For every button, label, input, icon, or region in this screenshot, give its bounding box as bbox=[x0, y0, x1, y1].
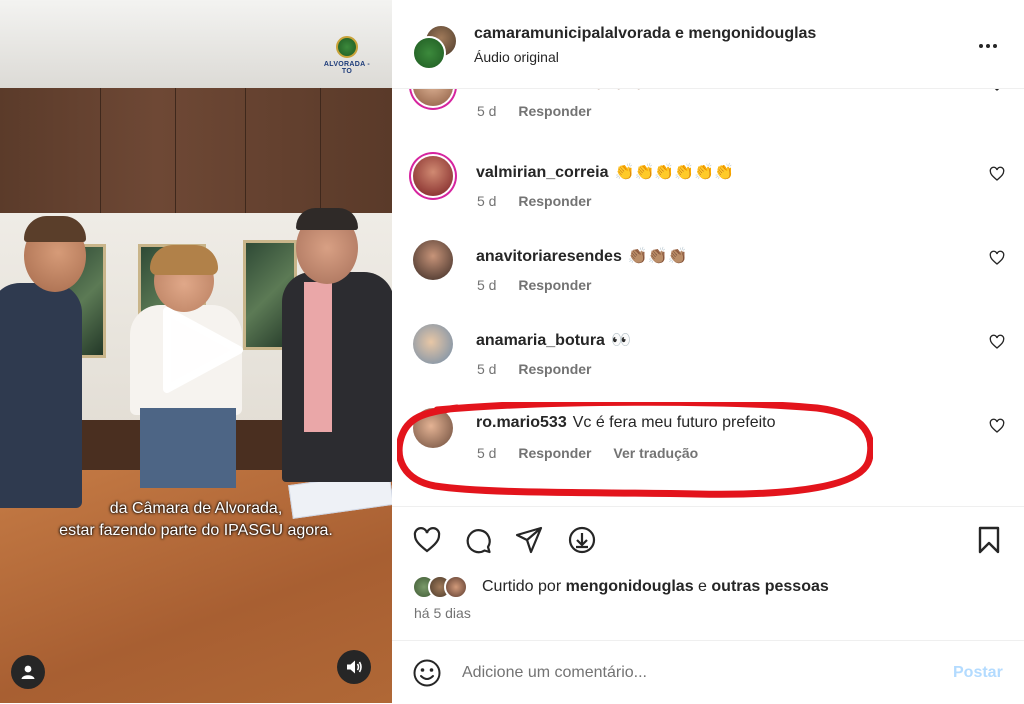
video-player[interactable]: ALVORADA - TO da Câmara de Alvorada, est… bbox=[0, 0, 392, 703]
comment-input[interactable] bbox=[462, 659, 932, 687]
heart-icon[interactable] bbox=[989, 250, 1005, 266]
comment-username[interactable]: anamaria_botura bbox=[476, 332, 605, 349]
video-cabinet bbox=[0, 88, 392, 213]
comment-age: 5 d bbox=[477, 103, 497, 119]
likes-others-link[interactable]: outras pessoas bbox=[711, 578, 828, 595]
reply-button[interactable]: Responder bbox=[518, 103, 591, 119]
comment-age: 5 d bbox=[477, 277, 497, 293]
volume-button[interactable] bbox=[337, 650, 371, 684]
highlight-circle bbox=[397, 402, 873, 498]
heart-icon[interactable] bbox=[989, 89, 1005, 92]
heart-icon[interactable] bbox=[989, 166, 1005, 182]
comment-age: 5 d bbox=[477, 361, 497, 377]
avatar[interactable] bbox=[413, 156, 453, 196]
header-avatars[interactable] bbox=[412, 24, 458, 70]
comment-composer: Postar bbox=[392, 640, 1024, 704]
comment-text: 👏🏽👏🏽👏🏽 bbox=[627, 248, 688, 265]
bookmark-icon[interactable] bbox=[974, 525, 1004, 555]
comment-username[interactable]: valmirian_correia bbox=[476, 164, 609, 181]
comment-item: anavitoriaresendes 👏🏽👏🏽👏🏽 5 d Responder bbox=[392, 240, 1024, 324]
more-horizontal-icon[interactable] bbox=[976, 34, 1000, 58]
liker-username[interactable]: mengonidouglas bbox=[566, 578, 694, 595]
comment-text: 👏🏽👏🏽👏🏽 bbox=[588, 89, 648, 91]
likes-middle: e bbox=[693, 578, 712, 595]
avatar bbox=[412, 36, 446, 70]
likes-prefix: Curtido por bbox=[482, 578, 566, 595]
comment-text: 👀 bbox=[610, 332, 631, 349]
reply-button[interactable]: Responder bbox=[518, 361, 591, 377]
avatar[interactable] bbox=[413, 324, 453, 364]
play-icon[interactable] bbox=[155, 305, 245, 395]
avatar[interactable] bbox=[413, 89, 453, 106]
comment-item: anamaria_botura 👀 5 d Responder bbox=[392, 324, 1024, 408]
comment-text: 👏👏👏👏👏👏 bbox=[614, 164, 735, 181]
likes-summary: Curtido por mengonidouglas e outras pess… bbox=[412, 573, 1012, 601]
heart-icon[interactable] bbox=[412, 525, 442, 555]
reply-button[interactable]: Responder bbox=[518, 193, 591, 209]
comment-item: mikaeisilverio 👏🏽👏🏽👏🏽 5 d Responder bbox=[392, 89, 1024, 150]
share-icon[interactable] bbox=[514, 525, 544, 555]
avatar[interactable] bbox=[413, 240, 453, 280]
avatar[interactable] bbox=[444, 575, 468, 599]
post-date: há 5 dias bbox=[414, 605, 471, 621]
post-actions: Curtido por mengonidouglas e outras pess… bbox=[392, 506, 1024, 641]
comment-item: valmirian_correia 👏👏👏👏👏👏 5 d Responder bbox=[392, 156, 1024, 240]
post-panel: camaramunicipalalvorada e mengonidouglas… bbox=[392, 0, 1024, 703]
post-header: camaramunicipalalvorada e mengonidouglas… bbox=[392, 0, 1024, 89]
audio-label[interactable]: Áudio original bbox=[474, 49, 559, 65]
heart-icon[interactable] bbox=[989, 334, 1005, 350]
comment-username[interactable]: anavitoriaresendes bbox=[476, 248, 622, 265]
emoji-icon[interactable] bbox=[412, 658, 442, 688]
comment-username[interactable]: mikaeisilverio bbox=[476, 89, 582, 91]
comment-icon[interactable] bbox=[463, 525, 493, 555]
video-caption: da Câmara de Alvorada, estar fazendo par… bbox=[59, 500, 333, 539]
post-button[interactable]: Postar bbox=[953, 664, 1003, 682]
volume-icon bbox=[347, 660, 362, 674]
post-authors[interactable]: camaramunicipalalvorada e mengonidouglas bbox=[474, 25, 816, 43]
save-download-icon[interactable] bbox=[567, 525, 597, 555]
comment-age: 5 d bbox=[477, 193, 497, 209]
user-icon bbox=[21, 665, 35, 679]
heart-icon[interactable] bbox=[989, 418, 1005, 434]
reply-button[interactable]: Responder bbox=[518, 277, 591, 293]
user-tag-button[interactable] bbox=[11, 655, 45, 689]
camara-logo: ALVORADA - TO bbox=[322, 36, 372, 78]
